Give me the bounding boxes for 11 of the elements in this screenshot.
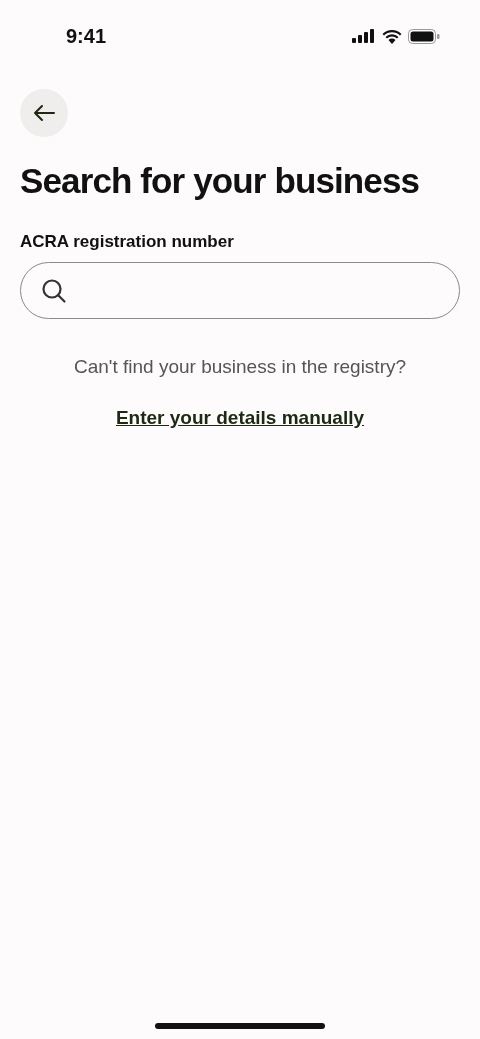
signal-icon	[352, 29, 376, 43]
back-arrow-icon	[33, 104, 55, 122]
field-label: ACRA registration number	[20, 230, 235, 253]
search-icon	[41, 277, 67, 304]
status-time: 9:41	[66, 24, 107, 49]
help-text: Can't find your business in the registry?	[72, 355, 408, 380]
back-button[interactable]	[20, 89, 68, 137]
manual-entry-link[interactable]: Enter your details manually	[115, 403, 365, 433]
page-title: Search for your business	[20, 160, 421, 202]
battery-icon	[408, 28, 440, 44]
wifi-icon	[382, 28, 402, 44]
